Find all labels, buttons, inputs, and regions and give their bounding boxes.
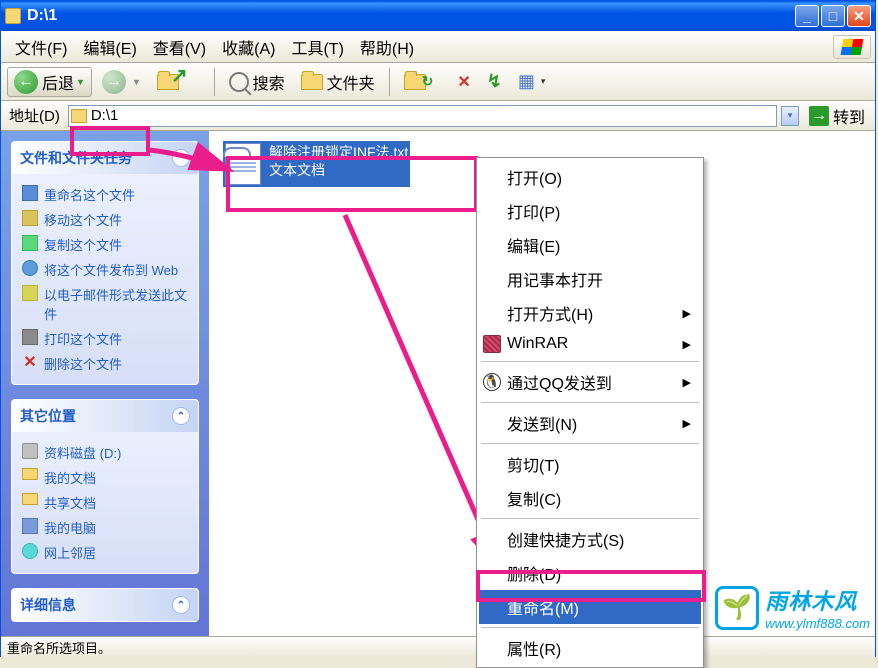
forward-arrow-icon: → — [102, 70, 126, 94]
task-copy[interactable]: 复制这个文件 — [22, 232, 188, 257]
views-icon: ▦ — [518, 71, 535, 92]
cm-notepad[interactable]: 用记事本打开 — [479, 262, 701, 296]
status-text: 重命名所选项目。 — [7, 638, 111, 657]
watermark: 🌱 雨林木风 www.ylmf888.com — [715, 584, 870, 631]
places-panel: 其它位置 ⌃ 资料磁盘 (D:) 我的文档 共享文档 我的电脑 网上邻居 — [11, 399, 199, 574]
minimize-button[interactable]: _ — [795, 5, 819, 27]
cm-properties[interactable]: 属性(R) — [479, 631, 701, 665]
context-menu: 打开(O) 打印(P) 编辑(E) 用记事本打开 打开方式(H)▶ WinRAR… — [476, 157, 704, 668]
menu-help[interactable]: 帮助(H) — [352, 31, 422, 63]
task-delete[interactable]: ✕删除这个文件 — [22, 351, 188, 376]
task-publish-web[interactable]: 将这个文件发布到 Web — [22, 257, 188, 282]
cm-cut[interactable]: 剪切(T) — [479, 447, 701, 481]
cm-shortcut[interactable]: 创建快捷方式(S) — [479, 522, 701, 556]
address-folder-icon — [71, 109, 87, 123]
menu-edit[interactable]: 编辑(E) — [75, 31, 144, 63]
submenu-arrow-icon: ▶ — [683, 338, 691, 351]
submenu-arrow-icon: ▶ — [683, 307, 691, 320]
up-button[interactable]: ↗ — [151, 67, 206, 97]
x-icon: ✕ — [457, 72, 470, 92]
cm-winrar[interactable]: WinRAR▶ — [479, 330, 701, 358]
address-bar: 地址(D) D:\1 ▾ → 转到 — [1, 101, 875, 131]
cm-open-with[interactable]: 打开方式(H)▶ — [479, 296, 701, 330]
task-email[interactable]: 以电子邮件形式发送此文件 — [22, 282, 188, 326]
back-arrow-icon: ← — [14, 70, 38, 94]
file-name: 解除注册锁定INF法.txt — [269, 143, 408, 161]
apply-button[interactable]: ↯ — [481, 67, 508, 97]
qq-icon — [483, 373, 501, 391]
titlebar: D:\1 _ □ ✕ — [1, 1, 875, 31]
menu-tools[interactable]: 工具(T) — [283, 31, 351, 63]
task-rename[interactable]: 重命名这个文件 — [22, 182, 188, 207]
file-item[interactable]: 解除注册锁定INF法.txt 文本文档 — [223, 141, 410, 187]
task-print[interactable]: 打印这个文件 — [22, 326, 188, 351]
place-my-computer[interactable]: 我的电脑 — [22, 515, 188, 540]
places-panel-header[interactable]: 其它位置 ⌃ — [12, 400, 198, 432]
search-icon — [229, 72, 249, 92]
watermark-name: 雨林木风 — [765, 584, 870, 616]
submenu-arrow-icon: ▶ — [683, 376, 691, 389]
address-input[interactable]: D:\1 — [68, 105, 777, 127]
cancel-button[interactable]: ✕ — [451, 67, 476, 97]
place-network[interactable]: 网上邻居 — [22, 540, 188, 565]
back-button[interactable]: ← 后退 ▼ — [7, 67, 92, 97]
place-shared-documents[interactable]: 共享文档 — [22, 490, 188, 515]
collapse-icon: ⌃ — [172, 596, 190, 614]
address-label: 地址(D) — [5, 105, 64, 126]
submenu-arrow-icon: ▶ — [683, 417, 691, 430]
check-icon: ↯ — [487, 71, 502, 92]
cm-edit[interactable]: 编辑(E) — [479, 228, 701, 262]
maximize-button[interactable]: □ — [821, 5, 845, 27]
tasks-panel-header[interactable]: 文件和文件夹任务 ⌃ — [12, 142, 198, 174]
folders-button[interactable]: 文件夹 — [295, 67, 381, 97]
address-path: D:\1 — [91, 107, 774, 124]
file-type: 文本文档 — [269, 161, 408, 179]
window-title: D:\1 — [27, 7, 795, 25]
sidebar: 文件和文件夹任务 ⌃ 重命名这个文件 移动这个文件 复制这个文件 将这个文件发布… — [1, 131, 209, 636]
menu-bar: 文件(F) 编辑(E) 查看(V) 收藏(A) 工具(T) 帮助(H) — [1, 31, 875, 63]
menu-view[interactable]: 查看(V) — [145, 31, 214, 63]
go-button[interactable]: → 转到 — [803, 102, 871, 130]
menu-file[interactable]: 文件(F) — [7, 31, 75, 63]
views-button[interactable]: ▦ ▾ — [512, 67, 552, 97]
status-bar: 重命名所选项目。 — [1, 636, 875, 658]
watermark-url: www.ylmf888.com — [765, 616, 870, 631]
cm-rename[interactable]: 重命名(M) — [479, 590, 701, 624]
cm-open[interactable]: 打开(O) — [479, 160, 701, 194]
details-panel: 详细信息 ⌃ — [11, 588, 199, 622]
windows-logo-icon — [833, 35, 871, 59]
forward-button[interactable]: → ▼ — [96, 67, 147, 97]
address-dropdown[interactable]: ▾ — [781, 106, 799, 126]
explorer-window: D:\1 _ □ ✕ 文件(F) 编辑(E) 查看(V) 收藏(A) 工具(T)… — [0, 0, 876, 657]
collapse-icon: ⌃ — [172, 149, 190, 167]
watermark-logo-icon: 🌱 — [715, 586, 759, 630]
go-arrow-icon: → — [809, 106, 829, 126]
tasks-panel: 文件和文件夹任务 ⌃ 重命名这个文件 移动这个文件 复制这个文件 将这个文件发布… — [11, 141, 199, 385]
folder-icon — [5, 8, 21, 24]
close-button[interactable]: ✕ — [847, 5, 871, 27]
toolbar: ← 后退 ▼ → ▼ ↗ 搜索 文件夹 ↻ ✕ ↯ — [1, 63, 875, 101]
task-move[interactable]: 移动这个文件 — [22, 207, 188, 232]
cm-qq-send[interactable]: 通过QQ发送到▶ — [479, 365, 701, 399]
cm-delete[interactable]: 删除(D) — [479, 556, 701, 590]
folders-icon — [301, 74, 323, 90]
search-button[interactable]: 搜索 — [223, 67, 291, 97]
details-panel-header[interactable]: 详细信息 ⌃ — [12, 589, 198, 621]
winrar-icon — [483, 335, 501, 353]
place-disk-d[interactable]: 资料磁盘 (D:) — [22, 440, 188, 465]
sync-button[interactable]: ↻ — [398, 67, 448, 97]
cm-print[interactable]: 打印(P) — [479, 194, 701, 228]
collapse-icon: ⌃ — [172, 407, 190, 425]
place-my-documents[interactable]: 我的文档 — [22, 465, 188, 490]
cm-send-to[interactable]: 发送到(N)▶ — [479, 406, 701, 440]
text-file-icon — [225, 143, 261, 185]
cm-copy[interactable]: 复制(C) — [479, 481, 701, 515]
menu-favorites[interactable]: 收藏(A) — [214, 31, 283, 63]
